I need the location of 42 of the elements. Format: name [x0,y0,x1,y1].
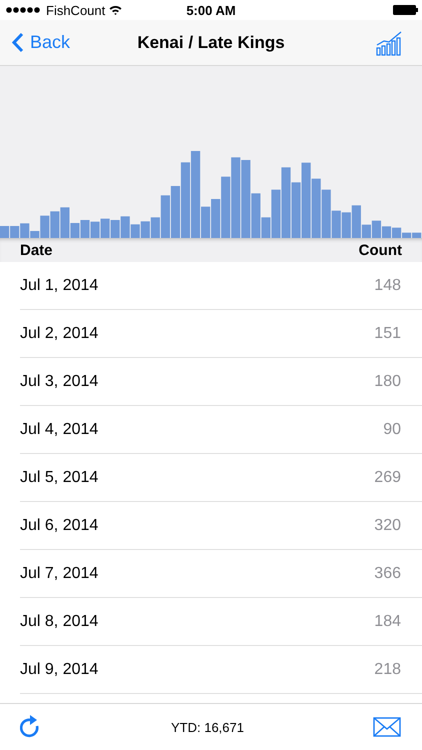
count-cell: 218 [374,660,401,678]
nav-title: Kenai / Late Kings [137,32,285,52]
battery-icon [393,5,418,15]
column-header: Date [20,242,53,258]
histogram-bar [10,226,20,238]
count-cell: 269 [374,468,401,486]
histogram-bar [110,220,120,238]
date-cell: Jul 1, 2014 [20,276,98,294]
histogram-bar [291,182,301,238]
count-cell: 184 [374,612,401,630]
histogram-bar [90,222,100,238]
date-cell: Jul 7, 2014 [20,564,98,582]
status-time: 5:00 AM [186,2,236,18]
wifi-icon [109,5,122,15]
date-cell: Jul 3, 2014 [20,372,98,390]
column-header: Count [358,242,402,258]
histogram-bar [342,212,351,238]
date-cell: Jul 8, 2014 [20,612,98,630]
histogram-bar [50,211,60,238]
histogram-bar [80,220,90,238]
count-cell: 320 [374,516,401,534]
date-cell: Jul 4, 2014 [20,420,98,438]
date-cell: Jul 5, 2014 [20,468,98,486]
date-cell: Jul 2, 2014 [20,324,98,342]
date-cell: Jul 6, 2014 [20,516,98,534]
chevron-left-icon [12,32,24,53]
date-cell: Jul 9, 2014 [20,660,98,678]
bar-chart-icon[interactable] [376,30,402,56]
histogram-bar [312,178,321,238]
count-cell: 151 [374,324,401,342]
count-cell: 90 [383,420,401,438]
histogram-bar [0,226,10,238]
signal-icon [6,7,42,13]
count-cell: 180 [374,372,401,390]
histogram-bar [100,218,110,238]
carrier-name: FishCount [46,2,106,18]
back-button[interactable]: Back [12,32,70,53]
mail-icon[interactable] [373,717,401,737]
count-cell: 366 [374,564,401,582]
histogram-bar [140,221,150,238]
ytd-total: YTD: 16,671 [171,720,244,734]
count-cell: 148 [374,276,401,294]
